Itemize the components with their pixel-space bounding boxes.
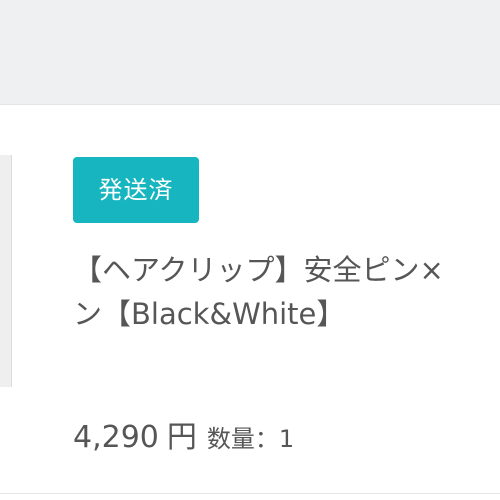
bottom-divider [0, 493, 500, 494]
product-title[interactable]: 【ヘアクリップ】安全ピン× ン【Black&White】 [73, 248, 500, 336]
status-badge: 発送済 [73, 157, 199, 223]
product-title-line-1[interactable]: 【ヘアクリップ】安全ピン× [73, 248, 500, 292]
currency-label: 円 [166, 420, 197, 455]
header-band [0, 0, 500, 104]
quantity-label: 数量：1 [206, 425, 295, 453]
price-row: 4,290 円数量：1 [73, 412, 294, 456]
product-thumbnail[interactable] [0, 155, 12, 387]
product-title-line-2[interactable]: ン【Black&White】 [73, 292, 500, 336]
section-divider [0, 104, 500, 105]
price-value: 4,290 [73, 420, 159, 455]
